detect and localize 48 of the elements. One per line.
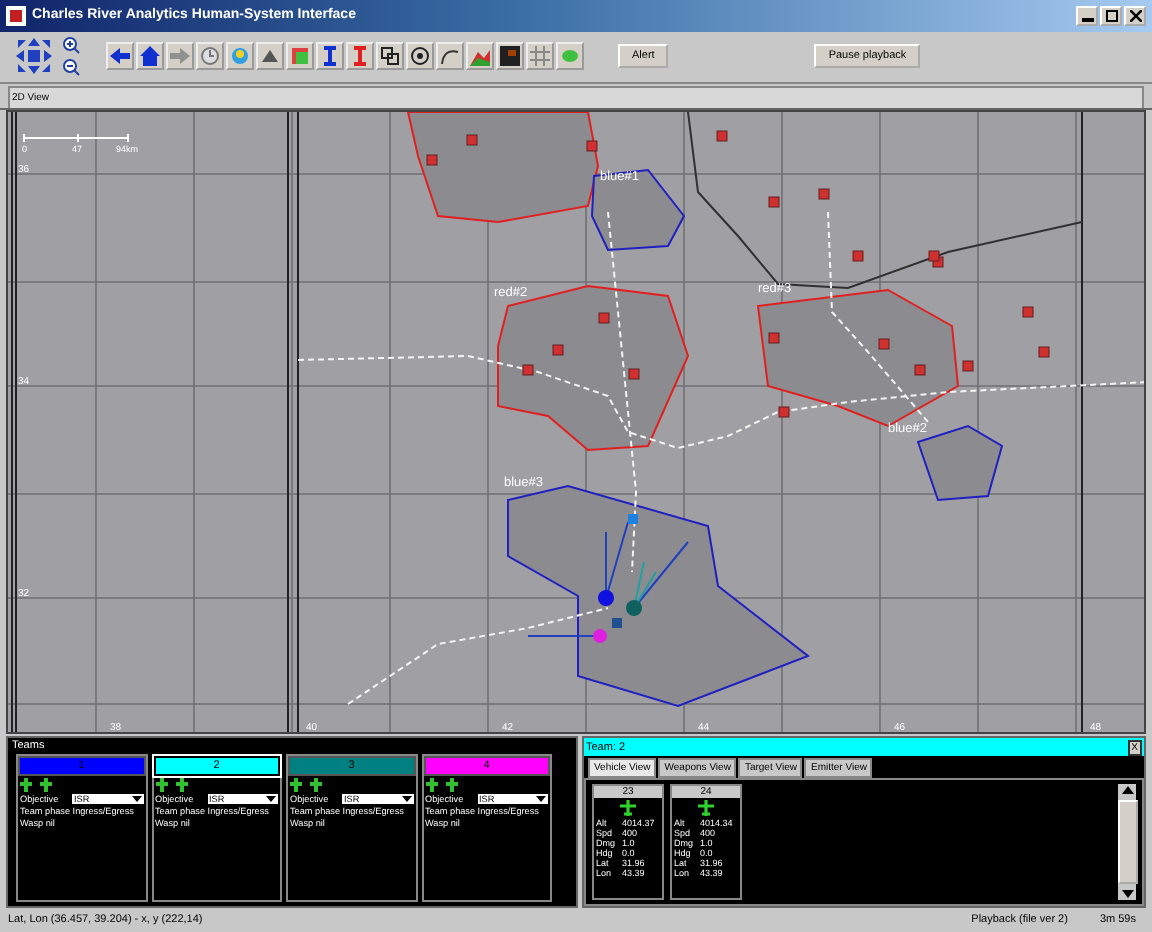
aircraft-icons: [425, 778, 459, 793]
aircraft-icons: [155, 778, 189, 793]
unit-marker: [586, 140, 598, 152]
unit-marker: [628, 368, 640, 380]
pan-arrows-icon[interactable]: [16, 38, 52, 75]
unit-marker: [552, 344, 564, 356]
tool-icon[interactable]: [256, 42, 284, 71]
unit-marker: [818, 188, 830, 200]
unit-marker: [466, 134, 478, 146]
tool-icon[interactable]: [406, 42, 434, 71]
unit-marker: [522, 364, 534, 376]
unit-marker: [768, 196, 780, 208]
tool-icon[interactable]: [316, 42, 344, 71]
unit-marker: [914, 364, 926, 376]
unit-marker: [878, 338, 890, 350]
back-arrow-icon[interactable]: [106, 42, 134, 71]
scrollbar[interactable]: [1118, 784, 1136, 901]
clock-icon[interactable]: [196, 42, 224, 71]
close-icon: [1129, 9, 1141, 22]
unit-marker: [1022, 306, 1034, 318]
unit-marker: [768, 332, 780, 344]
aircraft-icons: [20, 778, 54, 793]
minimize-button[interactable]: [1076, 5, 1098, 26]
tool-icon[interactable]: [376, 42, 404, 71]
aircraft-icon: [698, 800, 714, 817]
home-icon[interactable]: [136, 42, 164, 71]
dropdown-arrow-icon: [401, 794, 411, 805]
maximize-icon: [1105, 9, 1117, 22]
app-icon: [6, 5, 26, 26]
scale-bar: [23, 132, 129, 143]
unit-marker: [1038, 346, 1050, 358]
tool-icon[interactable]: [496, 42, 524, 71]
aircraft-icons: [290, 778, 324, 793]
aircraft-icon: [620, 800, 636, 817]
unit-marker: [852, 250, 864, 262]
zoom-out-icon[interactable]: [62, 58, 80, 77]
unit-marker: [426, 154, 438, 166]
zoom-in-icon[interactable]: [62, 36, 80, 55]
dropdown-arrow-icon: [536, 794, 546, 805]
maximize-button[interactable]: [1100, 5, 1122, 26]
tool-icon[interactable]: [436, 42, 464, 71]
dropdown-arrow-icon: [266, 794, 276, 805]
dropdown-arrow-icon: [131, 794, 141, 805]
unit-marker: [598, 312, 610, 324]
unit-marker: [962, 360, 974, 372]
unit-marker: [778, 406, 790, 418]
close-button[interactable]: [1124, 5, 1146, 26]
unit-marker: [716, 130, 728, 142]
